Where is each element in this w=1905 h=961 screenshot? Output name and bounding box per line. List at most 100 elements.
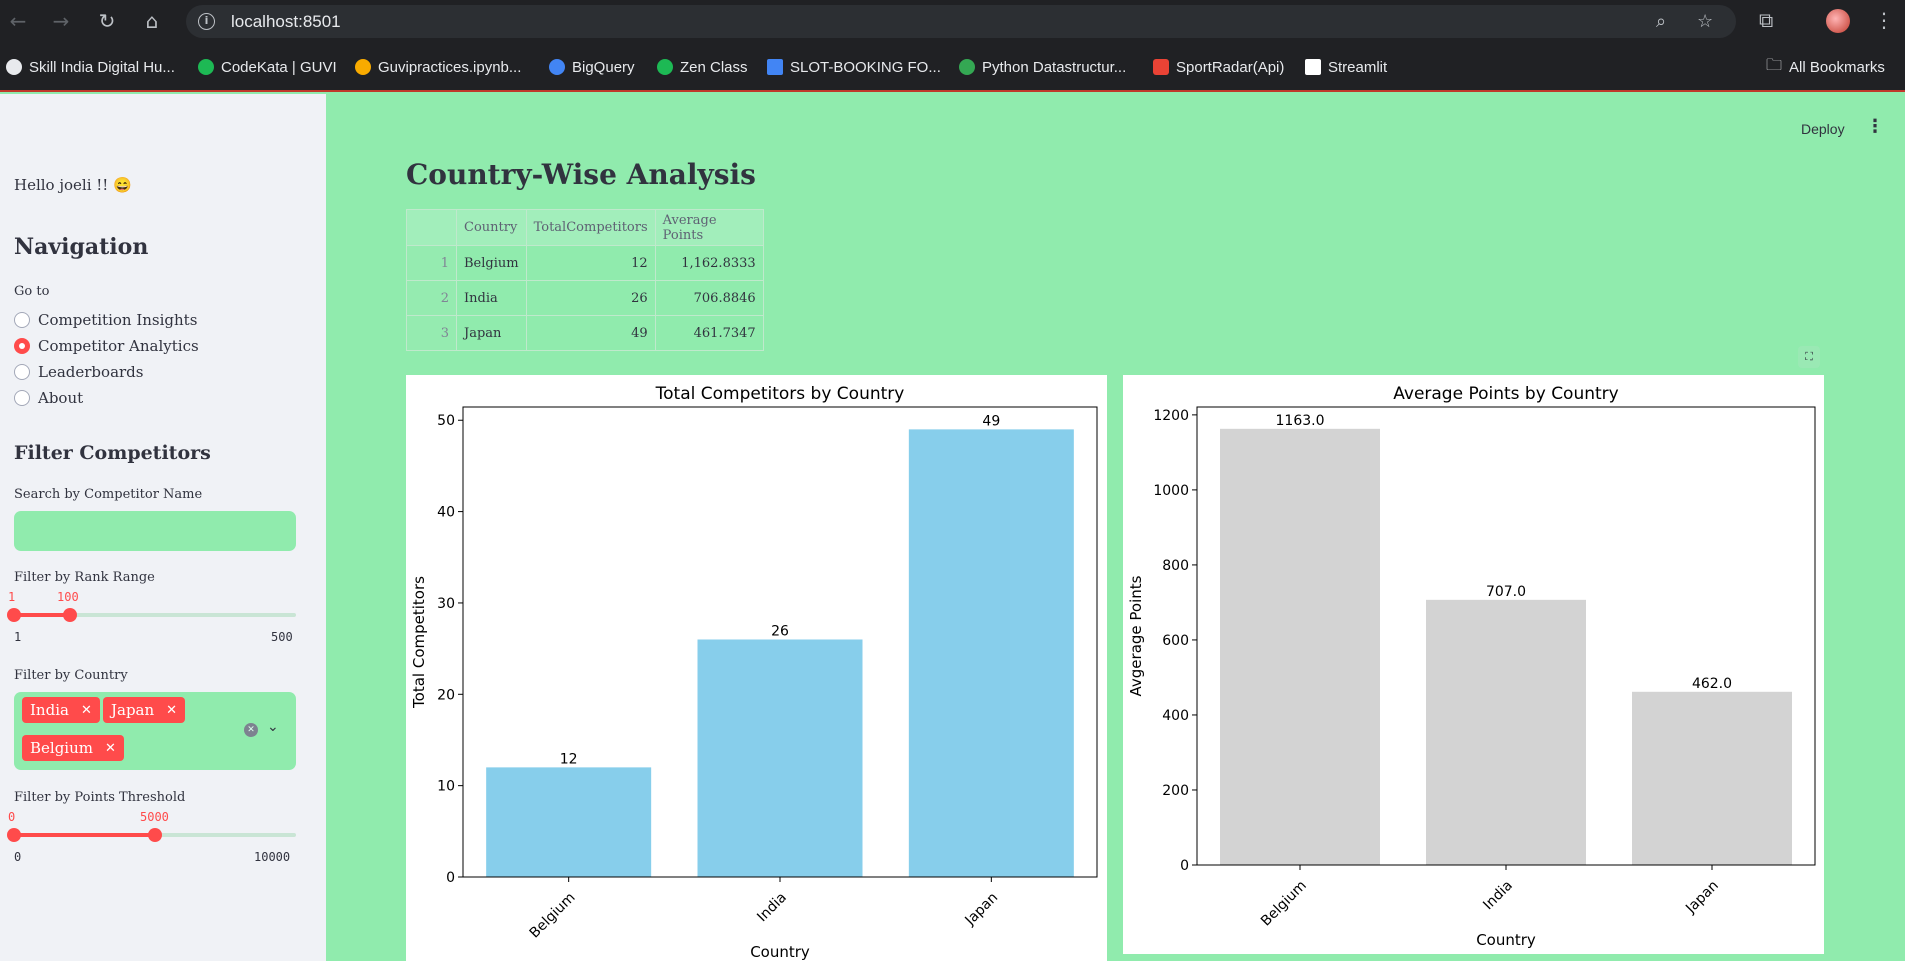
row-index: 3 (406, 315, 457, 351)
bookmark-favicon-icon (1305, 59, 1321, 75)
points-threshold-slider[interactable] (7, 828, 296, 842)
app-menu-icon[interactable]: ⋮ (1866, 116, 1884, 137)
x-tick-label: India (1480, 878, 1516, 914)
bookmark-item[interactable]: BigQuery (549, 56, 635, 78)
rank-low-value: 1 (8, 590, 16, 604)
bookmark-item[interactable]: Guvipractices.ipynb... (355, 56, 521, 78)
table-row: 1 Belgium 12 1,162.8333 (406, 245, 764, 281)
chevron-down-icon[interactable]: ⌄ (267, 719, 279, 735)
points-min-label: 0 (14, 850, 22, 864)
back-icon[interactable]: ← (5, 8, 31, 34)
bookmark-favicon-icon (767, 59, 783, 75)
rank-min-label: 1 (14, 630, 22, 644)
bar-belgium (1220, 428, 1380, 865)
y-tick-label: 1000 (1153, 483, 1189, 499)
table-header-row: Country TotalCompetitors Average Points (406, 209, 764, 246)
table-cell[interactable]: 12 (525, 245, 656, 281)
bookmark-item[interactable]: CodeKata | GUVI (198, 56, 337, 78)
y-axis-label: Total Competitors (410, 576, 428, 709)
table-row: 3 Japan 49 461.7347 (406, 315, 764, 351)
rank-range-slider[interactable] (7, 608, 296, 622)
competitor-search-input[interactable] (14, 511, 296, 551)
nav-option-competition-insights[interactable]: Competition Insights (14, 311, 197, 329)
points-low-value: 0 (8, 810, 16, 824)
bookmark-item[interactable]: SLOT-BOOKING FO... (767, 56, 941, 78)
goto-label: Go to (14, 284, 50, 299)
nav-option-about[interactable]: About (14, 389, 83, 407)
bookmark-favicon-icon (6, 59, 22, 75)
average-points-chart-svg: Average Points by Country 1163.0 Belgium 70… (1127, 384, 1816, 949)
browser-menu-icon[interactable]: ⋮ (1874, 8, 1894, 32)
table-cell[interactable]: India (456, 280, 527, 316)
home-icon[interactable]: ⌂ (139, 8, 165, 34)
country-stats-table: Country TotalCompetitors Average Points … (406, 209, 764, 351)
clear-all-icon[interactable]: ✕ (244, 723, 258, 737)
nav-option-competitor-analytics[interactable]: Competitor Analytics (14, 337, 199, 355)
table-cell[interactable]: 26 (525, 280, 656, 316)
y-tick-label: 400 (1162, 708, 1189, 724)
rank-high-thumb[interactable] (63, 608, 77, 622)
radio-button[interactable] (14, 390, 30, 406)
site-info-icon[interactable]: i (198, 13, 215, 30)
address-bar[interactable]: i localhost:8501 ⌕ ☆ (186, 5, 1736, 38)
table-cell[interactable]: 1,162.8333 (654, 245, 764, 281)
column-header[interactable] (406, 209, 457, 246)
zoom-icon[interactable]: ⌕ (1656, 11, 1666, 32)
data-label: 707.0 (1486, 584, 1526, 600)
table-cell[interactable]: 49 (525, 315, 656, 351)
x-tick-label: Belgium (1258, 878, 1310, 930)
country-multiselect[interactable]: India ✕ Japan ✕ Belgium ✕ ✕ ⌄ (14, 692, 296, 770)
bookmark-item[interactable]: SportRadar(Api) (1153, 56, 1284, 78)
radio-button[interactable] (14, 312, 30, 328)
greeting-text: Hello joeli !! 😄 (14, 176, 132, 194)
reload-icon[interactable]: ↻ (94, 8, 120, 34)
country-chip-japan: Japan ✕ (103, 697, 186, 723)
remove-chip-icon[interactable]: ✕ (166, 703, 177, 718)
radio-button[interactable] (14, 364, 30, 380)
extensions-icon[interactable]: ⧉ (1759, 8, 1773, 32)
country-filter-label: Filter by Country (14, 668, 128, 683)
table-cell[interactable]: Japan (456, 315, 527, 351)
column-header[interactable]: TotalCompetitors (525, 209, 656, 246)
profile-avatar[interactable] (1826, 9, 1850, 33)
deploy-button[interactable]: Deploy (1801, 121, 1845, 137)
bookmark-star-icon[interactable]: ☆ (1697, 11, 1713, 32)
points-high-thumb[interactable] (148, 828, 162, 842)
remove-chip-icon[interactable]: ✕ (105, 741, 116, 756)
x-tick-label: Belgium (527, 890, 579, 942)
points-max-label: 10000 (254, 850, 291, 864)
data-label: 49 (982, 413, 1000, 429)
nav-option-leaderboards[interactable]: Leaderboards (14, 363, 143, 381)
page-title: Country-Wise Analysis (406, 158, 756, 191)
points-high-value: 5000 (140, 810, 169, 824)
folder-icon: 🗀 (1766, 54, 1783, 74)
bar-japan (908, 429, 1074, 877)
table-row: 2 India 26 706.8846 (406, 280, 764, 316)
table-cell[interactable]: 461.7347 (654, 315, 764, 351)
table-cell[interactable]: Belgium (456, 245, 527, 281)
bookmark-favicon-icon (959, 59, 975, 75)
filter-heading: Filter Competitors (14, 442, 211, 464)
points-low-thumb[interactable] (7, 828, 21, 842)
bookmark-item[interactable]: Python Datastructur... (959, 56, 1126, 78)
column-header[interactable]: Average Points (654, 209, 764, 246)
forward-icon[interactable]: → (48, 8, 74, 34)
table-cell[interactable]: 706.8846 (654, 280, 764, 316)
average-points-chart: Average Points by Country 1163.0 Belgium 70… (1123, 375, 1824, 954)
url-text[interactable]: localhost:8501 (231, 12, 341, 32)
bookmarks-bar: Skill India Digital Hu... CodeKata | GUV… (0, 43, 1905, 92)
radio-button-selected[interactable] (14, 338, 30, 354)
bookmark-item[interactable]: Zen Class (657, 56, 748, 78)
bookmark-item[interactable]: Streamlit (1305, 56, 1387, 78)
y-axis-label: Avgerage Points (1127, 575, 1145, 696)
y-tick-label: 40 (437, 505, 455, 521)
y-tick-label: 10 (437, 779, 455, 795)
remove-chip-icon[interactable]: ✕ (81, 703, 92, 718)
column-header[interactable]: Country (456, 209, 527, 246)
rank-low-thumb[interactable] (7, 608, 21, 622)
bar-india (1426, 599, 1586, 865)
bookmark-item[interactable]: Skill India Digital Hu... (6, 56, 175, 78)
fullscreen-icon[interactable]: ⛶ (1798, 346, 1820, 368)
all-bookmarks-button[interactable]: 🗀 All Bookmarks (1766, 54, 1885, 78)
y-tick-label: 200 (1162, 783, 1189, 799)
